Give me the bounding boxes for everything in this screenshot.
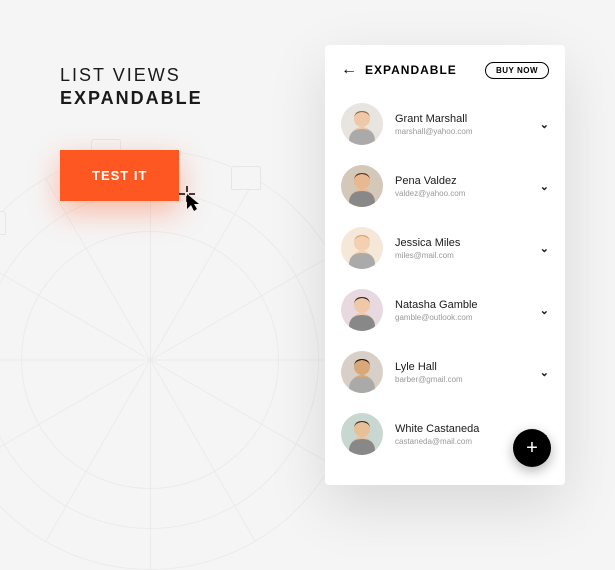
contact-info: White Castaneda castaneda@mail.com bbox=[395, 423, 528, 446]
heading-line2: EXPANDABLE bbox=[60, 88, 203, 109]
background-ferris-wheel bbox=[0, 150, 360, 570]
contacts-list: Grant Marshall marshall@yahoo.com ⌄ Pena… bbox=[325, 93, 565, 469]
chevron-down-icon: ⌄ bbox=[540, 304, 549, 317]
chevron-down-icon: ⌄ bbox=[540, 366, 549, 379]
avatar bbox=[341, 351, 383, 393]
list-item[interactable]: Grant Marshall marshall@yahoo.com ⌄ bbox=[325, 93, 565, 155]
list-item[interactable]: Pena Valdez valdez@yahoo.com ⌄ bbox=[325, 155, 565, 217]
heading-line1: LIST VIEWS bbox=[60, 65, 203, 86]
phone-mockup: ← EXPANDABLE BUY NOW Grant Marshall mars… bbox=[325, 45, 565, 485]
add-fab-button[interactable]: + bbox=[513, 429, 551, 467]
chevron-down-icon: ⌄ bbox=[540, 118, 549, 131]
contact-email: valdez@yahoo.com bbox=[395, 189, 528, 198]
contact-email: castaneda@mail.com bbox=[395, 437, 528, 446]
list-item[interactable]: Lyle Hall barber@gmail.com ⌄ bbox=[325, 341, 565, 403]
buy-now-button[interactable]: BUY NOW bbox=[485, 62, 549, 79]
avatar bbox=[341, 289, 383, 331]
contact-email: barber@gmail.com bbox=[395, 375, 528, 384]
plus-icon: + bbox=[526, 437, 538, 460]
avatar bbox=[341, 165, 383, 207]
phone-title: EXPANDABLE bbox=[365, 63, 477, 77]
cursor-icon bbox=[179, 186, 205, 212]
contact-name: Jessica Miles bbox=[395, 237, 528, 249]
avatar bbox=[341, 227, 383, 269]
chevron-down-icon: ⌄ bbox=[540, 180, 549, 193]
section-heading: LIST VIEWS EXPANDABLE bbox=[60, 65, 203, 109]
contact-info: Jessica Miles miles@mail.com bbox=[395, 237, 528, 260]
contact-info: Pena Valdez valdez@yahoo.com bbox=[395, 175, 528, 198]
contact-name: Pena Valdez bbox=[395, 175, 528, 187]
chevron-down-icon: ⌄ bbox=[540, 242, 549, 255]
contact-info: Lyle Hall barber@gmail.com bbox=[395, 361, 528, 384]
contact-name: Natasha Gamble bbox=[395, 299, 528, 311]
contact-email: gamble@outlook.com bbox=[395, 313, 528, 322]
back-arrow-icon[interactable]: ← bbox=[341, 61, 357, 79]
contact-name: Grant Marshall bbox=[395, 113, 528, 125]
phone-header: ← EXPANDABLE BUY NOW bbox=[325, 61, 565, 93]
test-it-button[interactable]: TEST IT bbox=[60, 150, 179, 201]
contact-name: White Castaneda bbox=[395, 423, 528, 435]
avatar bbox=[341, 103, 383, 145]
list-item[interactable]: Natasha Gamble gamble@outlook.com ⌄ bbox=[325, 279, 565, 341]
contact-info: Grant Marshall marshall@yahoo.com bbox=[395, 113, 528, 136]
contact-email: miles@mail.com bbox=[395, 251, 528, 260]
avatar bbox=[341, 413, 383, 455]
contact-info: Natasha Gamble gamble@outlook.com bbox=[395, 299, 528, 322]
contact-email: marshall@yahoo.com bbox=[395, 127, 528, 136]
list-item[interactable]: Jessica Miles miles@mail.com ⌄ bbox=[325, 217, 565, 279]
contact-name: Lyle Hall bbox=[395, 361, 528, 373]
